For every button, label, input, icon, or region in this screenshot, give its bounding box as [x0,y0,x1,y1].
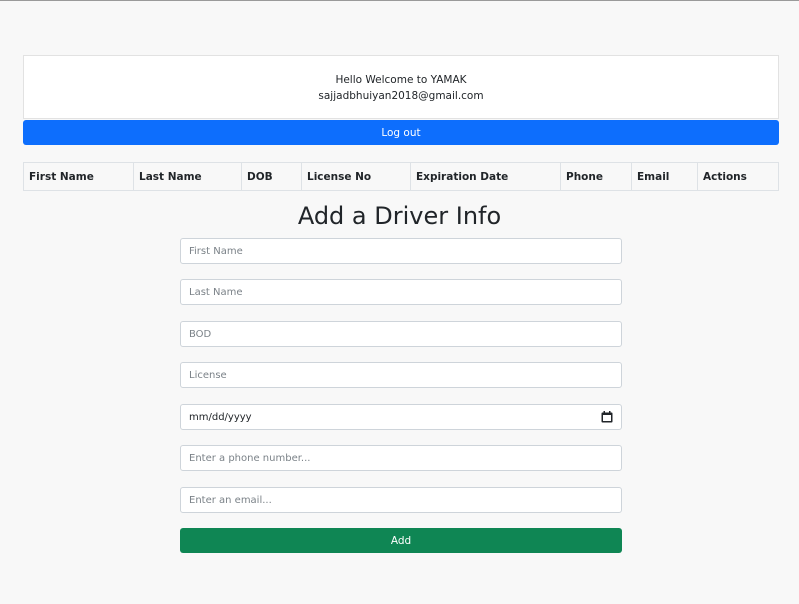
form-title: Add a Driver Info [297,202,502,230]
drivers-table: First Name Last Name DOB License No Expi… [23,162,779,191]
expiration-date-input[interactable]: mm/dd/yyyy [180,404,622,430]
column-header-actions: Actions [697,162,779,191]
column-header-expiration-date: Expiration Date [410,162,561,191]
last-name-input[interactable] [180,279,622,305]
email-input[interactable] [180,487,622,513]
column-header-first-name: First Name [23,162,134,191]
bod-input[interactable] [180,321,622,347]
welcome-greeting: Hello Welcome to YAMAK [335,74,467,86]
calendar-icon[interactable] [601,411,613,423]
column-header-last-name: Last Name [133,162,242,191]
column-header-phone: Phone [560,162,632,191]
welcome-card: Hello Welcome to YAMAK sajjadbhuiyan2018… [23,55,779,119]
date-input-value: mm/dd/yyyy [189,411,252,423]
column-header-email: Email [631,162,698,191]
user-email: sajjadbhuiyan2018@gmail.com [318,90,484,102]
add-driver-button[interactable]: Add [180,528,622,553]
first-name-input[interactable] [180,238,622,264]
top-divider [0,0,799,1]
logout-button[interactable]: Log out [23,120,779,145]
phone-input[interactable] [180,445,622,471]
column-header-dob: DOB [241,162,302,191]
column-header-license-no: License No [301,162,411,191]
table-header-row: First Name Last Name DOB License No Expi… [23,162,779,191]
license-input[interactable] [180,362,622,388]
